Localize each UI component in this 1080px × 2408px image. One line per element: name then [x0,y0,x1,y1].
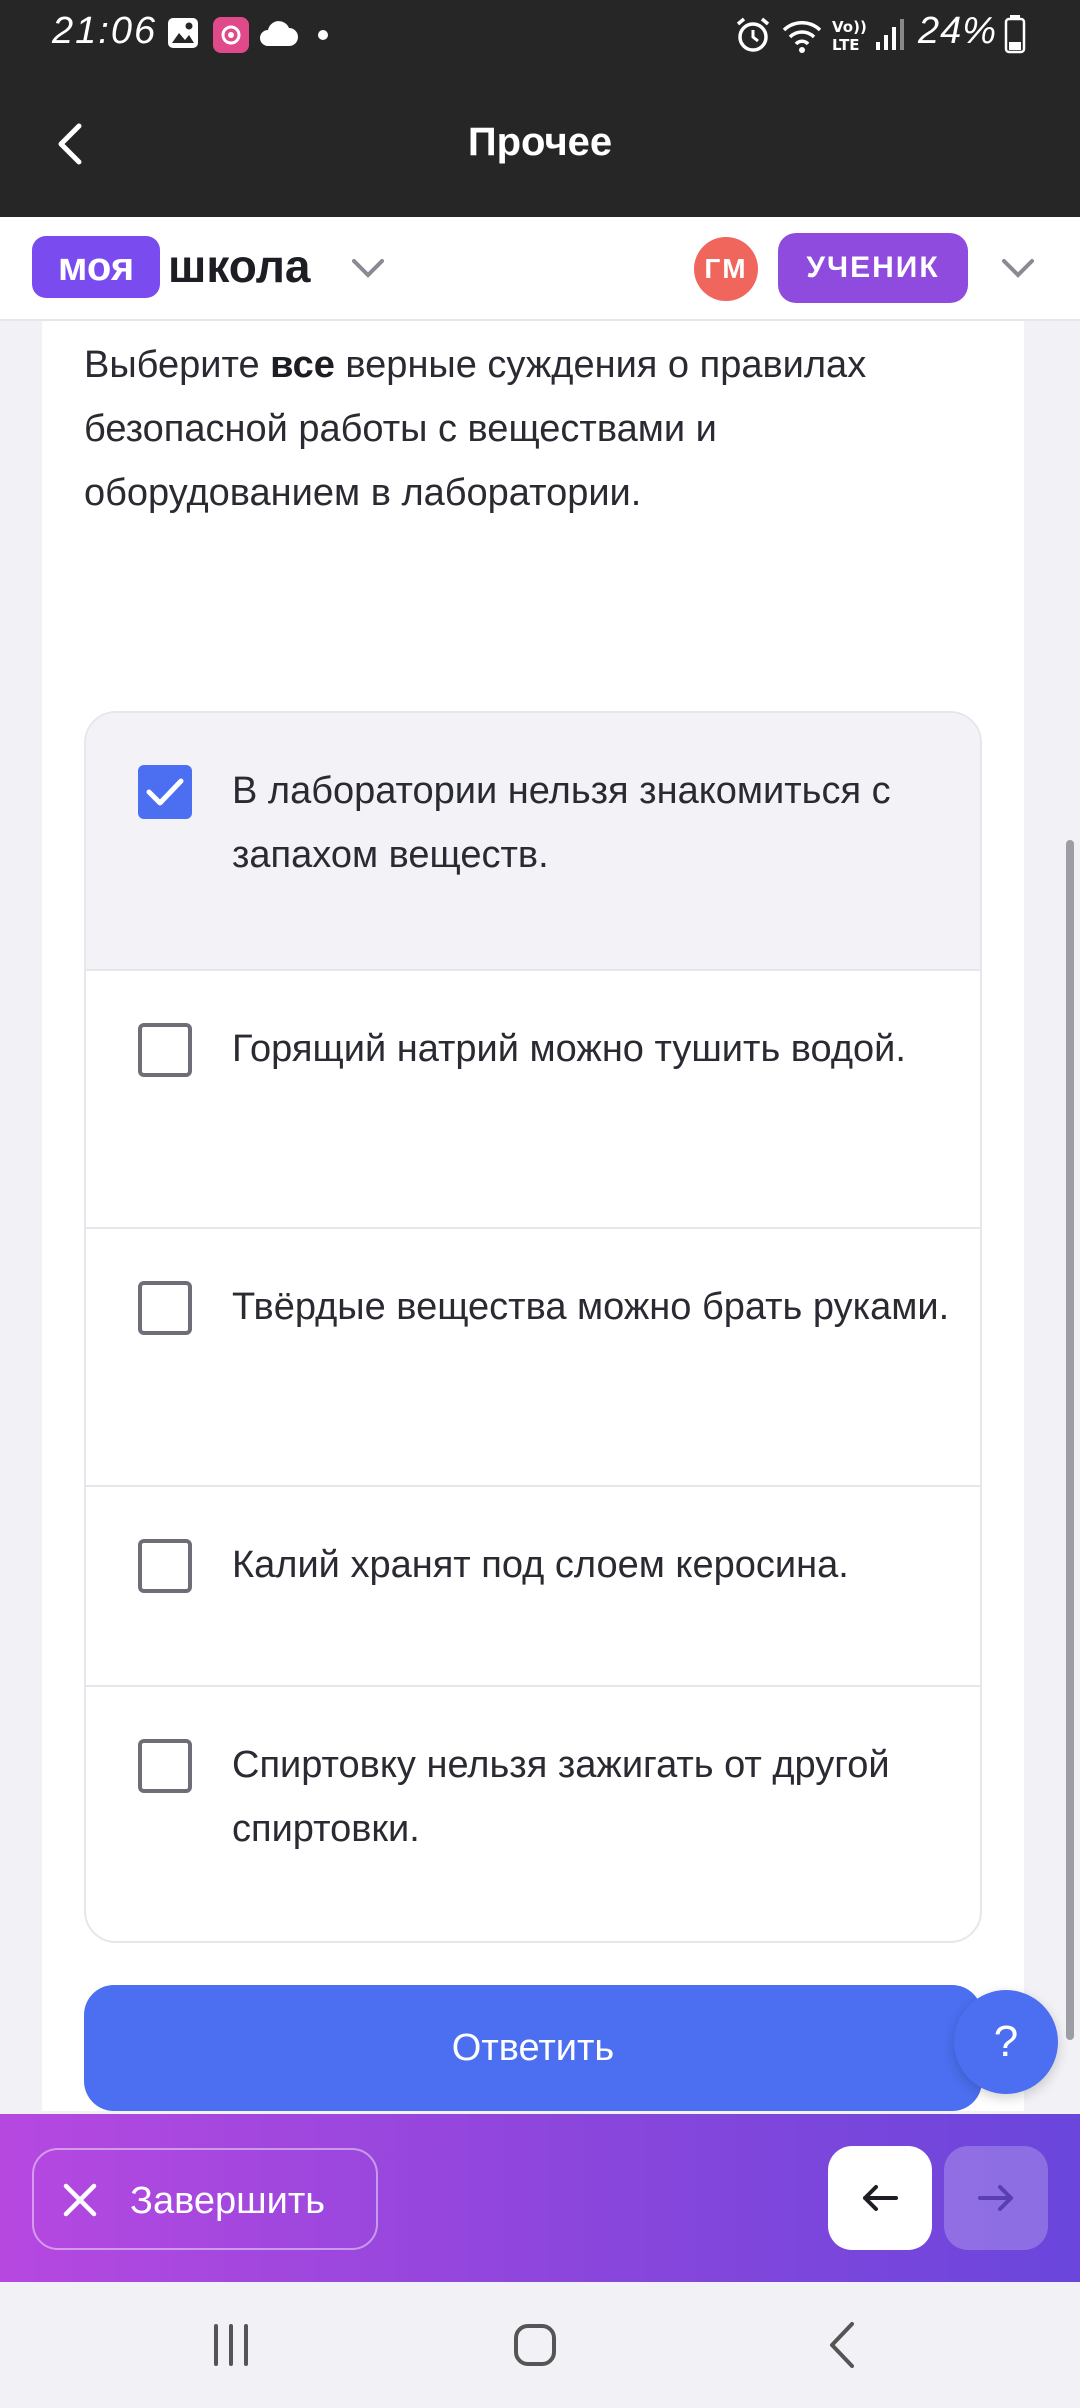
answer-options: В лаборатории нельзя знакомиться с запах… [84,711,982,1943]
answer-option-3[interactable]: Твёрдые вещества можно брать руками. [86,1229,980,1487]
next-button[interactable] [944,2146,1048,2250]
bottom-action-bar: Завершить [0,2114,1080,2282]
chevron-down-icon[interactable] [350,257,386,279]
answer-option-text: В лаборатории нельзя знакомиться с запах… [232,770,891,876]
answer-option-text: Твёрдые вещества можно брать руками. [232,1286,950,1328]
finish-label: Завершить [130,2180,326,2222]
svg-text:Vo)): Vo)) [832,18,866,36]
submit-button[interactable]: Ответить [84,1985,982,2111]
avatar[interactable]: ГМ [694,237,758,301]
status-time: 21:06 [52,10,158,52]
battery-percentage: 24% [918,10,998,52]
logo-box[interactable]: моя [32,236,160,298]
recent-apps-icon[interactable] [206,2320,256,2370]
answer-option-1[interactable]: В лаборатории нельзя знакомиться с запах… [86,713,980,971]
previous-button[interactable] [828,2146,932,2250]
volte-icon: Vo)) LTE [832,18,866,54]
home-icon[interactable] [510,2320,560,2370]
status-bar: 21:06 Vo)) LTE 24% [0,0,1080,70]
close-icon [63,2183,97,2217]
answer-option-4[interactable]: Калий хранят под слоем керосина. [86,1487,980,1687]
battery-icon [1004,15,1026,54]
checkbox[interactable] [138,1739,192,1793]
brand-header: моя школа ГМ УЧЕНИК [0,217,1080,321]
answer-option-2[interactable]: Горящий натрий можно тушить водой. [86,971,980,1229]
finish-button[interactable]: Завершить [32,2148,378,2250]
answer-option-text: Спиртовку нельзя зажигать от другой спир… [232,1744,890,1850]
dot-icon [318,30,328,40]
app-bar: Прочее [0,70,1080,217]
checkbox[interactable] [138,1539,192,1593]
answer-option-text: Горящий натрий можно тушить водой. [232,1028,906,1070]
question-card: Выберите все верные суждения о правилах … [42,321,1024,2111]
question-text: Выберите все верные суждения о правилах … [84,333,984,525]
checkbox[interactable] [138,1281,192,1335]
arrow-right-icon [978,2185,1013,2211]
cloud-icon [260,21,298,46]
gallery-icon [168,18,198,48]
signal-icon [876,19,904,50]
system-nav-bar [0,2282,1080,2408]
app-notification-icon [213,17,249,53]
scrollbar[interactable] [1066,840,1074,2040]
check-icon [146,778,184,806]
chevron-down-icon[interactable] [1000,257,1036,279]
role-badge[interactable]: УЧЕНИК [778,233,968,303]
answer-option-text: Калий хранят под слоем керосина. [232,1544,849,1586]
svg-text:LTE: LTE [832,36,860,54]
answer-option-5[interactable]: Спиртовку нельзя зажигать от другой спир… [86,1687,980,1941]
checkbox-checked[interactable] [138,765,192,819]
question-prefix: Выберите [84,344,271,386]
arrow-left-icon [863,2185,898,2211]
question-emphasis: все [270,344,335,386]
page-title: Прочее [467,120,613,164]
alarm-icon [736,17,770,52]
nav-back-icon[interactable] [818,2320,868,2370]
wifi-icon [782,21,822,53]
help-button[interactable]: ? [954,1990,1058,2094]
checkbox[interactable] [138,1023,192,1077]
logo-text[interactable]: школа [168,239,311,293]
